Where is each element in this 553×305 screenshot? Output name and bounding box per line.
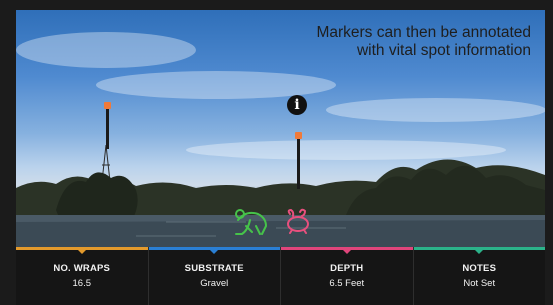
- tab-substrate-notch: [210, 250, 219, 254]
- tab-depth-notch: [342, 250, 351, 254]
- marker-selected-pole: [297, 139, 300, 189]
- crayfish-icon: [287, 208, 309, 234]
- tab-value: 16.5: [72, 278, 92, 289]
- tab-notes[interactable]: NOTES Not Set: [413, 247, 545, 305]
- tab-no-wraps-notch: [77, 250, 86, 254]
- caption-line-1: Markers can then be annotated: [316, 24, 531, 41]
- screenshot-frame: Markers can then be annotated with vital…: [0, 0, 553, 305]
- tab-no-wraps[interactable]: NO. WRAPS 16.5: [16, 247, 149, 305]
- info-icon[interactable]: i: [287, 95, 307, 115]
- tab-label: DEPTH: [330, 263, 364, 274]
- tab-label: NO. WRAPS: [53, 263, 111, 274]
- tab-value: Not Set: [463, 278, 496, 289]
- lake-photo: Markers can then be annotated with vital…: [16, 10, 545, 247]
- marker-selected-cap: [295, 132, 302, 139]
- frog-icon: [235, 209, 267, 235]
- marker-left[interactable]: [104, 102, 111, 149]
- tab-value: 6.5 Feet: [329, 278, 365, 289]
- marker-selected[interactable]: [295, 132, 302, 189]
- tab-value: Gravel: [200, 278, 229, 289]
- marker-info-tabbar: NO. WRAPS 16.5 SUBSTRATE Gravel DEPTH 6.…: [16, 247, 545, 305]
- tab-notes-notch: [475, 250, 484, 254]
- tab-label: NOTES: [462, 263, 497, 274]
- tab-depth[interactable]: DEPTH 6.5 Feet: [281, 247, 414, 305]
- annotation-caption: Markers can then be annotated with vital…: [231, 24, 531, 60]
- tab-substrate[interactable]: SUBSTRATE Gravel: [148, 247, 281, 305]
- marker-left-cap: [104, 102, 111, 109]
- caption-line-2: with vital spot information: [356, 42, 531, 59]
- tab-label: SUBSTRATE: [184, 263, 244, 274]
- marker-left-pole: [106, 109, 109, 149]
